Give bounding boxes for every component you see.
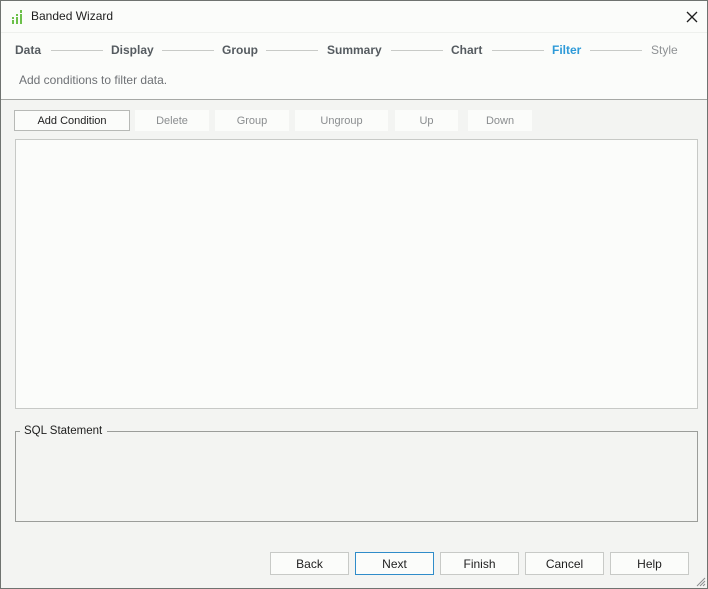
step-connector [590,50,642,51]
delete-button[interactable]: Delete [135,110,209,131]
step-connector [391,50,443,51]
step-group[interactable]: Group [222,43,258,57]
step-connector [51,50,103,51]
finish-button[interactable]: Finish [440,552,519,575]
add-condition-button[interactable]: Add Condition [14,110,130,131]
step-description: Add conditions to filter data. [19,73,168,87]
bar-chart-icon [12,10,22,24]
sql-statement-label: SQL Statement [20,425,108,437]
step-data[interactable]: Data [15,43,41,57]
close-icon [686,11,698,23]
step-style[interactable]: Style [651,43,678,57]
window-title: Banded Wizard [31,9,114,23]
close-button[interactable] [677,3,707,31]
step-summary[interactable]: Summary [327,43,382,57]
conditions-list[interactable] [15,139,698,409]
ungroup-button[interactable]: Ungroup [295,110,388,131]
up-button[interactable]: Up [395,110,458,131]
cancel-button[interactable]: Cancel [525,552,604,575]
resize-grip-icon[interactable] [694,575,706,587]
step-connector [266,50,318,51]
next-button[interactable]: Next [355,552,434,575]
title-bar[interactable]: Banded Wizard [1,1,707,32]
back-button[interactable]: Back [270,552,349,575]
step-filter[interactable]: Filter [552,43,581,57]
sql-statement-text [16,432,697,452]
group-button[interactable]: Group [215,110,289,131]
step-connector [492,50,544,51]
wizard-header: Data Display Group Summary Chart Filter … [1,32,707,100]
sql-statement-box [15,431,698,522]
step-display[interactable]: Display [111,43,154,57]
banded-wizard-dialog: Banded Wizard Data Display Group Summary… [0,0,708,589]
down-button[interactable]: Down [468,110,532,131]
step-chart[interactable]: Chart [451,43,482,57]
help-button[interactable]: Help [610,552,689,575]
step-connector [162,50,214,51]
